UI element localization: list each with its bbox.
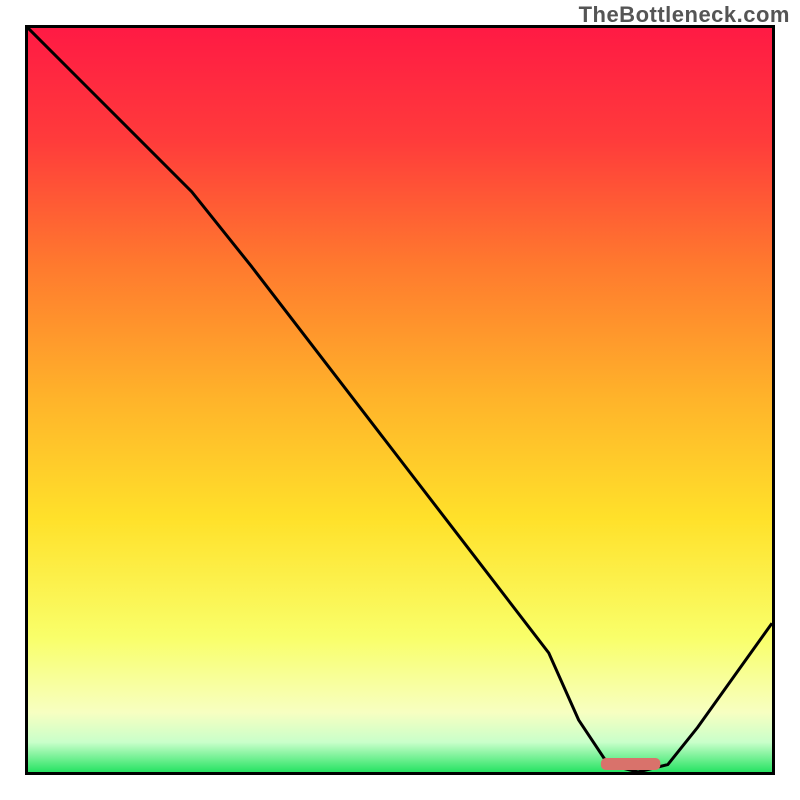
- chart-container: TheBottleneck.com: [0, 0, 800, 800]
- watermark-text: TheBottleneck.com: [579, 2, 790, 28]
- curve-layer: [28, 28, 772, 772]
- plot-area: [25, 25, 775, 775]
- bottleneck-curve: [28, 28, 772, 772]
- optimal-range-marker: [601, 758, 661, 770]
